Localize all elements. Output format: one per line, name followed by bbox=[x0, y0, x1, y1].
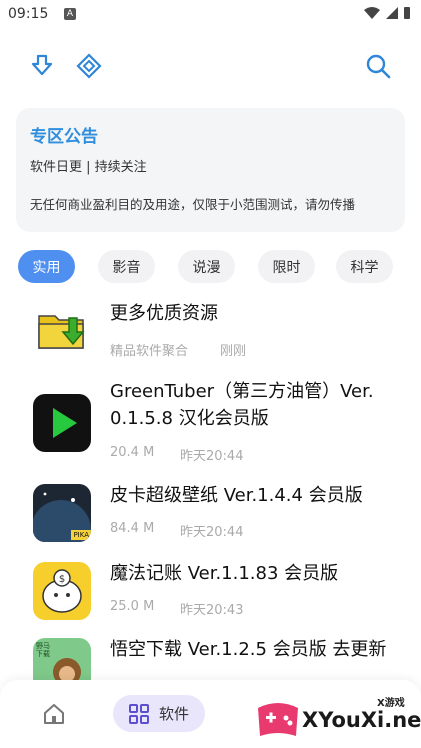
watermark-logo: X游戏 XYouXi.net bbox=[250, 690, 421, 748]
item-time: 刚刚 bbox=[220, 344, 247, 359]
home-icon[interactable] bbox=[42, 702, 66, 726]
item-name: 更多优质资源 bbox=[110, 303, 218, 324]
download-icon[interactable] bbox=[28, 52, 56, 80]
item-meta: 25.0 M bbox=[110, 599, 155, 614]
status-right bbox=[363, 6, 411, 20]
svg-text:$: $ bbox=[59, 574, 65, 585]
gamepad-icon bbox=[258, 703, 298, 736]
item-meta: 精品软件聚合 bbox=[110, 344, 189, 359]
item-time: 昨天20:44 bbox=[180, 525, 244, 540]
item-name: GreenTuber（第三方油管）Ver. 0.1.5.8 汉化会员版 bbox=[110, 381, 374, 429]
item-meta: 84.4 M bbox=[110, 521, 155, 536]
item-time: 昨天20:43 bbox=[180, 603, 244, 618]
pika-wallpaper-icon: PIKA bbox=[33, 484, 91, 542]
list-item[interactable]: GreenTuber（第三方油管）Ver. 0.1.5.8 汉化会员版 20.4… bbox=[0, 378, 421, 468]
grid-icon bbox=[128, 703, 149, 724]
diamond-grid-icon[interactable] bbox=[75, 52, 103, 80]
wifi-icon bbox=[364, 7, 380, 19]
tab-science[interactable]: 科学 bbox=[336, 250, 393, 283]
tab-video[interactable]: 影音 bbox=[98, 250, 155, 283]
announcement-card: 专区公告 软件日更 | 持续关注 无任何商业盈利目的及用途，仅限于小范围测试，请… bbox=[16, 108, 405, 232]
item-name: 悟空下载 Ver.1.2.5 会员版 去更新 bbox=[110, 639, 387, 660]
notification-app-icon: A bbox=[64, 8, 76, 20]
tab-limited[interactable]: 限时 bbox=[258, 250, 315, 283]
status-bar: 09:15 A bbox=[0, 0, 421, 30]
watermark-brand: XYouXi.net bbox=[302, 708, 421, 732]
item-name: 皮卡超级壁纸 Ver.1.4.4 会员版 bbox=[110, 485, 363, 506]
item-name: 魔法记账 Ver.1.1.83 会员版 bbox=[110, 563, 339, 584]
search-icon[interactable] bbox=[364, 52, 392, 80]
nav-software-label: 软件 bbox=[158, 705, 189, 723]
pika-label: PIKA bbox=[71, 530, 91, 540]
magic-bookkeeping-icon: $ bbox=[33, 562, 91, 620]
wukong-label: 野马下载 bbox=[36, 642, 50, 658]
category-tabs: 实用 影音 说漫 限时 科学 bbox=[18, 250, 408, 284]
announcement-title: 专区公告 bbox=[30, 127, 98, 147]
list-item[interactable]: 更多优质资源 精品软件聚合 刚刚 bbox=[0, 300, 421, 370]
watermark-small: X游戏 bbox=[377, 698, 405, 709]
tab-practical[interactable]: 实用 bbox=[18, 250, 75, 283]
announcement-line-1: 软件日更 | 持续关注 bbox=[30, 160, 147, 175]
tab-comic[interactable]: 说漫 bbox=[178, 250, 235, 283]
battery-icon bbox=[404, 7, 410, 19]
status-time: 09:15 bbox=[8, 6, 49, 22]
signal-icon bbox=[386, 7, 398, 19]
item-time: 昨天20:44 bbox=[180, 449, 244, 464]
nav-software[interactable]: 软件 bbox=[113, 695, 205, 732]
greentuber-icon bbox=[33, 394, 91, 452]
list-item[interactable]: PIKA 皮卡超级壁纸 Ver.1.4.4 会员版 84.4 M 昨天20:44 bbox=[0, 482, 421, 542]
announcement-line-2: 无任何商业盈利目的及用途，仅限于小范围测试，请勿传播 bbox=[30, 197, 356, 212]
folder-download-icon bbox=[33, 302, 91, 360]
list-item[interactable]: 野马下载 悟空下载 Ver.1.2.5 会员版 去更新 bbox=[0, 636, 421, 696]
item-meta: 20.4 M bbox=[110, 445, 155, 460]
list-item[interactable]: $ 魔法记账 Ver.1.1.83 会员版 25.0 M 昨天20:43 bbox=[0, 560, 421, 620]
